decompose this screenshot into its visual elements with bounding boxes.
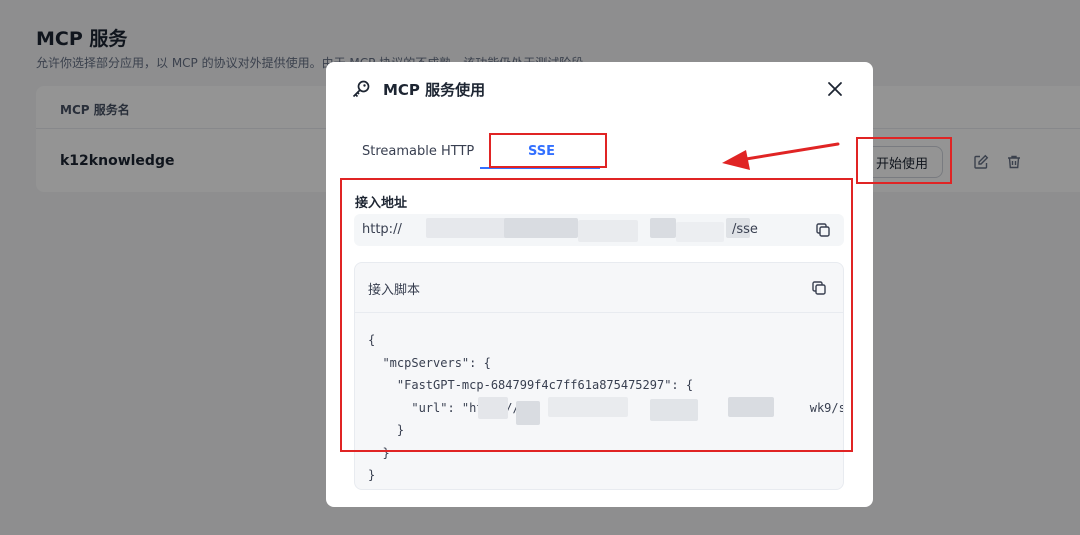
close-icon[interactable] — [823, 77, 847, 101]
tab-streamable-http[interactable]: Streamable HTTP — [362, 144, 474, 159]
annotation-box-start-button — [856, 137, 952, 184]
key-icon — [350, 78, 372, 100]
annotation-box-sse-tab — [489, 133, 607, 168]
modal-header: MCP 服务使用 — [326, 62, 873, 116]
modal-title: MCP 服务使用 — [383, 81, 486, 99]
annotation-box-content — [340, 178, 853, 452]
code-line: } — [368, 468, 376, 482]
